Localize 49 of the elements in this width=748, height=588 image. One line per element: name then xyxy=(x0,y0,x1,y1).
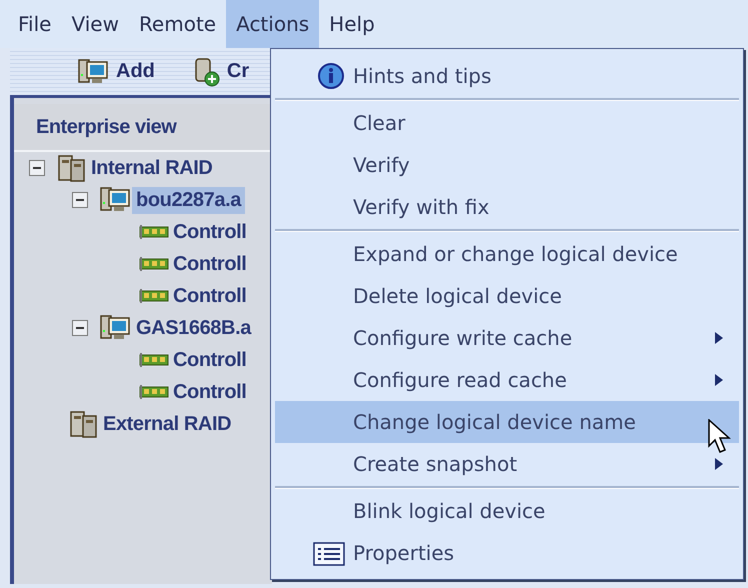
tree-item[interactable]: Controll xyxy=(169,250,250,278)
collapse-toggle[interactable] xyxy=(72,320,88,336)
list-sheet-icon xyxy=(313,540,345,566)
computer-icon xyxy=(100,314,132,342)
tree-item[interactable]: Controll xyxy=(169,218,250,246)
circuit-board-icon xyxy=(139,352,169,368)
menu-item[interactable]: Verify with fix xyxy=(275,186,739,228)
mouse-pointer-icon xyxy=(708,419,734,455)
menu-item[interactable]: Hints and tips xyxy=(275,55,739,97)
collapse-toggle[interactable] xyxy=(72,192,88,208)
submenu-arrow-icon xyxy=(715,458,723,470)
menu-item[interactable]: Verify xyxy=(275,144,739,186)
menu-item[interactable]: Change logical device name xyxy=(275,401,739,443)
collapse-toggle[interactable] xyxy=(29,160,45,176)
computer-icon xyxy=(100,186,132,214)
menu-title[interactable]: Help xyxy=(319,0,385,48)
menu-item[interactable]: Configure write cache xyxy=(275,317,739,359)
circuit-board-icon xyxy=(139,256,169,272)
tree-item[interactable]: Controll xyxy=(169,378,250,406)
menu-title[interactable]: Remote xyxy=(128,0,226,48)
tree-item[interactable]: GAS1668B.a xyxy=(132,314,255,342)
panel-title: Enterprise view xyxy=(14,104,272,152)
circuit-board-icon xyxy=(139,224,169,240)
tree-item[interactable]: bou2287a.a xyxy=(132,186,245,214)
disk-add-icon xyxy=(192,56,221,86)
circuit-board-icon xyxy=(139,288,169,304)
menu-item[interactable]: Configure read cache xyxy=(275,359,739,401)
server-cabinets-icon xyxy=(57,154,87,182)
circuit-board-icon xyxy=(139,384,169,400)
info-icon xyxy=(317,62,345,90)
submenu-arrow-icon xyxy=(715,374,723,386)
menu-title[interactable]: File xyxy=(8,0,62,48)
tree-item[interactable]: Controll xyxy=(169,346,250,374)
computer-icon xyxy=(78,58,110,86)
tree-item[interactable]: Controll xyxy=(169,282,250,310)
menu-item[interactable]: Expand or change logical device xyxy=(275,233,739,275)
tree-item[interactable]: Internal RAID xyxy=(87,154,216,182)
menu-item[interactable]: Clear xyxy=(275,102,739,144)
menu-title[interactable]: Actions xyxy=(226,0,320,48)
menu-item[interactable]: Delete logical device xyxy=(275,275,739,317)
menu-title[interactable]: View xyxy=(61,0,129,48)
menu-item[interactable]: Blink logical device xyxy=(275,490,739,532)
toolbar-button[interactable]: Add xyxy=(78,58,155,86)
submenu-arrow-icon xyxy=(715,332,723,344)
toolbar-button[interactable]: Cr xyxy=(192,56,250,86)
menu-item[interactable]: Properties xyxy=(275,532,739,574)
tree-item[interactable]: External RAID xyxy=(99,410,236,438)
menu-item[interactable]: Create snapshot xyxy=(275,443,739,485)
server-cabinets-icon xyxy=(69,410,99,438)
